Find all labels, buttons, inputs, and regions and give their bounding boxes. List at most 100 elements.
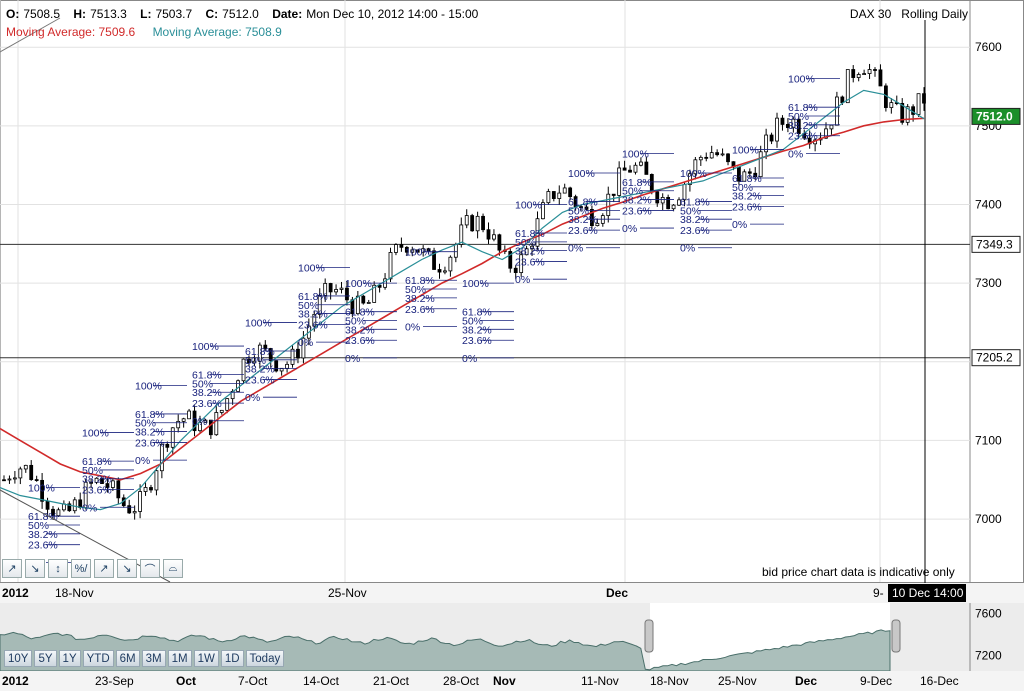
candle-body [720, 153, 725, 156]
candle-body [72, 499, 77, 512]
candle-body [34, 479, 39, 481]
candle-body [611, 193, 616, 196]
navigator-x-tick: 14-Oct [303, 674, 340, 688]
navigator-x-tick: 21-Oct [373, 674, 410, 688]
range-button-1d[interactable]: 1D [220, 650, 244, 667]
price-marker-label: 7205.2 [976, 351, 1013, 365]
navigator-x-tick: Nov [493, 674, 516, 688]
price-chart[interactable]: 70007100720073007400750076007512.07349.3… [0, 0, 1024, 691]
candle-body [208, 419, 213, 436]
trend-line-up-icon[interactable]: ↗ [2, 559, 22, 578]
candle-body [443, 270, 447, 273]
candle-body [862, 73, 867, 75]
candle-body [622, 167, 627, 171]
candle-body [448, 256, 453, 272]
fib-level-label: 61.8% [405, 275, 435, 287]
y-tick-label: 7300 [975, 276, 1002, 290]
candle-body [138, 491, 142, 512]
fib-level-label: 100% [192, 341, 219, 353]
navigator-y-tick: 7200 [975, 648, 1002, 662]
candle-body [459, 224, 464, 245]
range-button-5y[interactable]: 5Y [34, 650, 57, 667]
candle-body [388, 252, 393, 280]
fib-level-label: 100% [82, 428, 109, 440]
fibonacci-annotations: 0%23.6%38.2%50%61.8%100%0%23.6%38.2%50%6… [28, 74, 840, 569]
candle-body [633, 164, 638, 173]
fib-level-label: 0% [568, 243, 583, 255]
fib-level-label: 100% [28, 483, 55, 495]
fib-level-label: 23.6% [515, 257, 545, 269]
range-button-10y[interactable]: 10Y [4, 650, 33, 667]
percent-icon[interactable]: %/ [71, 559, 91, 578]
range-button-3m[interactable]: 3M [141, 650, 166, 667]
fib-level-label: 0% [405, 321, 420, 333]
candle-body [236, 380, 240, 392]
range-button-today[interactable]: Today [245, 650, 285, 667]
candle-body [470, 215, 475, 232]
navigator-x-tick: 25-Nov [718, 674, 757, 688]
close-label: C: [205, 7, 219, 21]
candle-body [132, 511, 137, 514]
fib-level-label: 23.6% [192, 398, 222, 410]
fib-level-label: 0% [622, 223, 637, 235]
navigator-left-handle [644, 619, 654, 653]
candlestick-icon[interactable]: ↕ [48, 559, 68, 578]
arrow-down-icon[interactable]: ↘ [117, 559, 137, 578]
candle-body [845, 69, 850, 104]
candle-body [110, 480, 115, 488]
date-label: Date: [272, 7, 303, 21]
navigator-year-label: 2012 [2, 674, 29, 688]
x-tick-label: Dec [606, 586, 628, 600]
range-button-1m[interactable]: 1M [167, 650, 192, 667]
candle-body [639, 161, 643, 166]
candle-body [851, 69, 856, 78]
range-button-6m[interactable]: 6M [115, 650, 140, 667]
fib-level-label: 61.8% [298, 291, 328, 303]
candle-body [453, 244, 458, 258]
candle-body [834, 96, 839, 126]
candle-body [704, 156, 709, 159]
fib-level-label: 61.8% [345, 307, 375, 319]
curve-icon[interactable]: ⌓ [163, 559, 183, 578]
candle-body [127, 505, 132, 514]
x-axis-band [0, 583, 1024, 603]
candle-body [274, 360, 279, 372]
candle-body [437, 269, 442, 273]
fib-level-label: 100% [298, 262, 325, 274]
candle-body [464, 215, 469, 226]
fib-level-label: 0% [192, 416, 207, 428]
fib-level-label: 100% [135, 380, 162, 392]
candle-body [873, 69, 877, 71]
fib-level-label: 0% [680, 243, 695, 255]
candle-body [475, 215, 480, 232]
range-button-1y[interactable]: 1Y [58, 650, 81, 667]
candle-body [867, 69, 872, 74]
fib-level-label: 23.6% [680, 225, 710, 237]
fib-level-label: 0% [732, 219, 747, 231]
low-value: 7503.7 [155, 7, 193, 21]
candle-body [513, 267, 518, 273]
candle-body [394, 244, 398, 253]
candle-body [546, 191, 551, 204]
fib-level-label: 0% [245, 392, 260, 404]
fib-level-label: 61.8% [622, 177, 652, 189]
x-tick-label: 18-Nov [55, 586, 94, 600]
candle-body [856, 74, 861, 78]
fib-level-label: 61.8% [788, 102, 818, 114]
range-button-ytd[interactable]: YTD [82, 650, 114, 667]
candle-body [165, 443, 170, 448]
candle-body [671, 204, 676, 210]
fib-level-label: 61.8% [680, 197, 710, 209]
x-tick-label: 25-Nov [328, 586, 367, 600]
fib-level-label: 23.6% [245, 375, 275, 387]
navigator-x-tick: 11-Nov [581, 674, 619, 688]
close-value: 7512.0 [222, 7, 259, 21]
range-button-1w[interactable]: 1W [193, 650, 219, 667]
high-label: H: [73, 7, 87, 21]
candle-body [170, 427, 175, 448]
arc-icon[interactable]: ⌒ [140, 559, 160, 578]
candle-body [660, 197, 665, 204]
candle-body [219, 409, 224, 413]
trend-line-down-icon[interactable]: ↘ [25, 559, 45, 578]
arrow-line-icon[interactable]: ↗ [94, 559, 114, 578]
